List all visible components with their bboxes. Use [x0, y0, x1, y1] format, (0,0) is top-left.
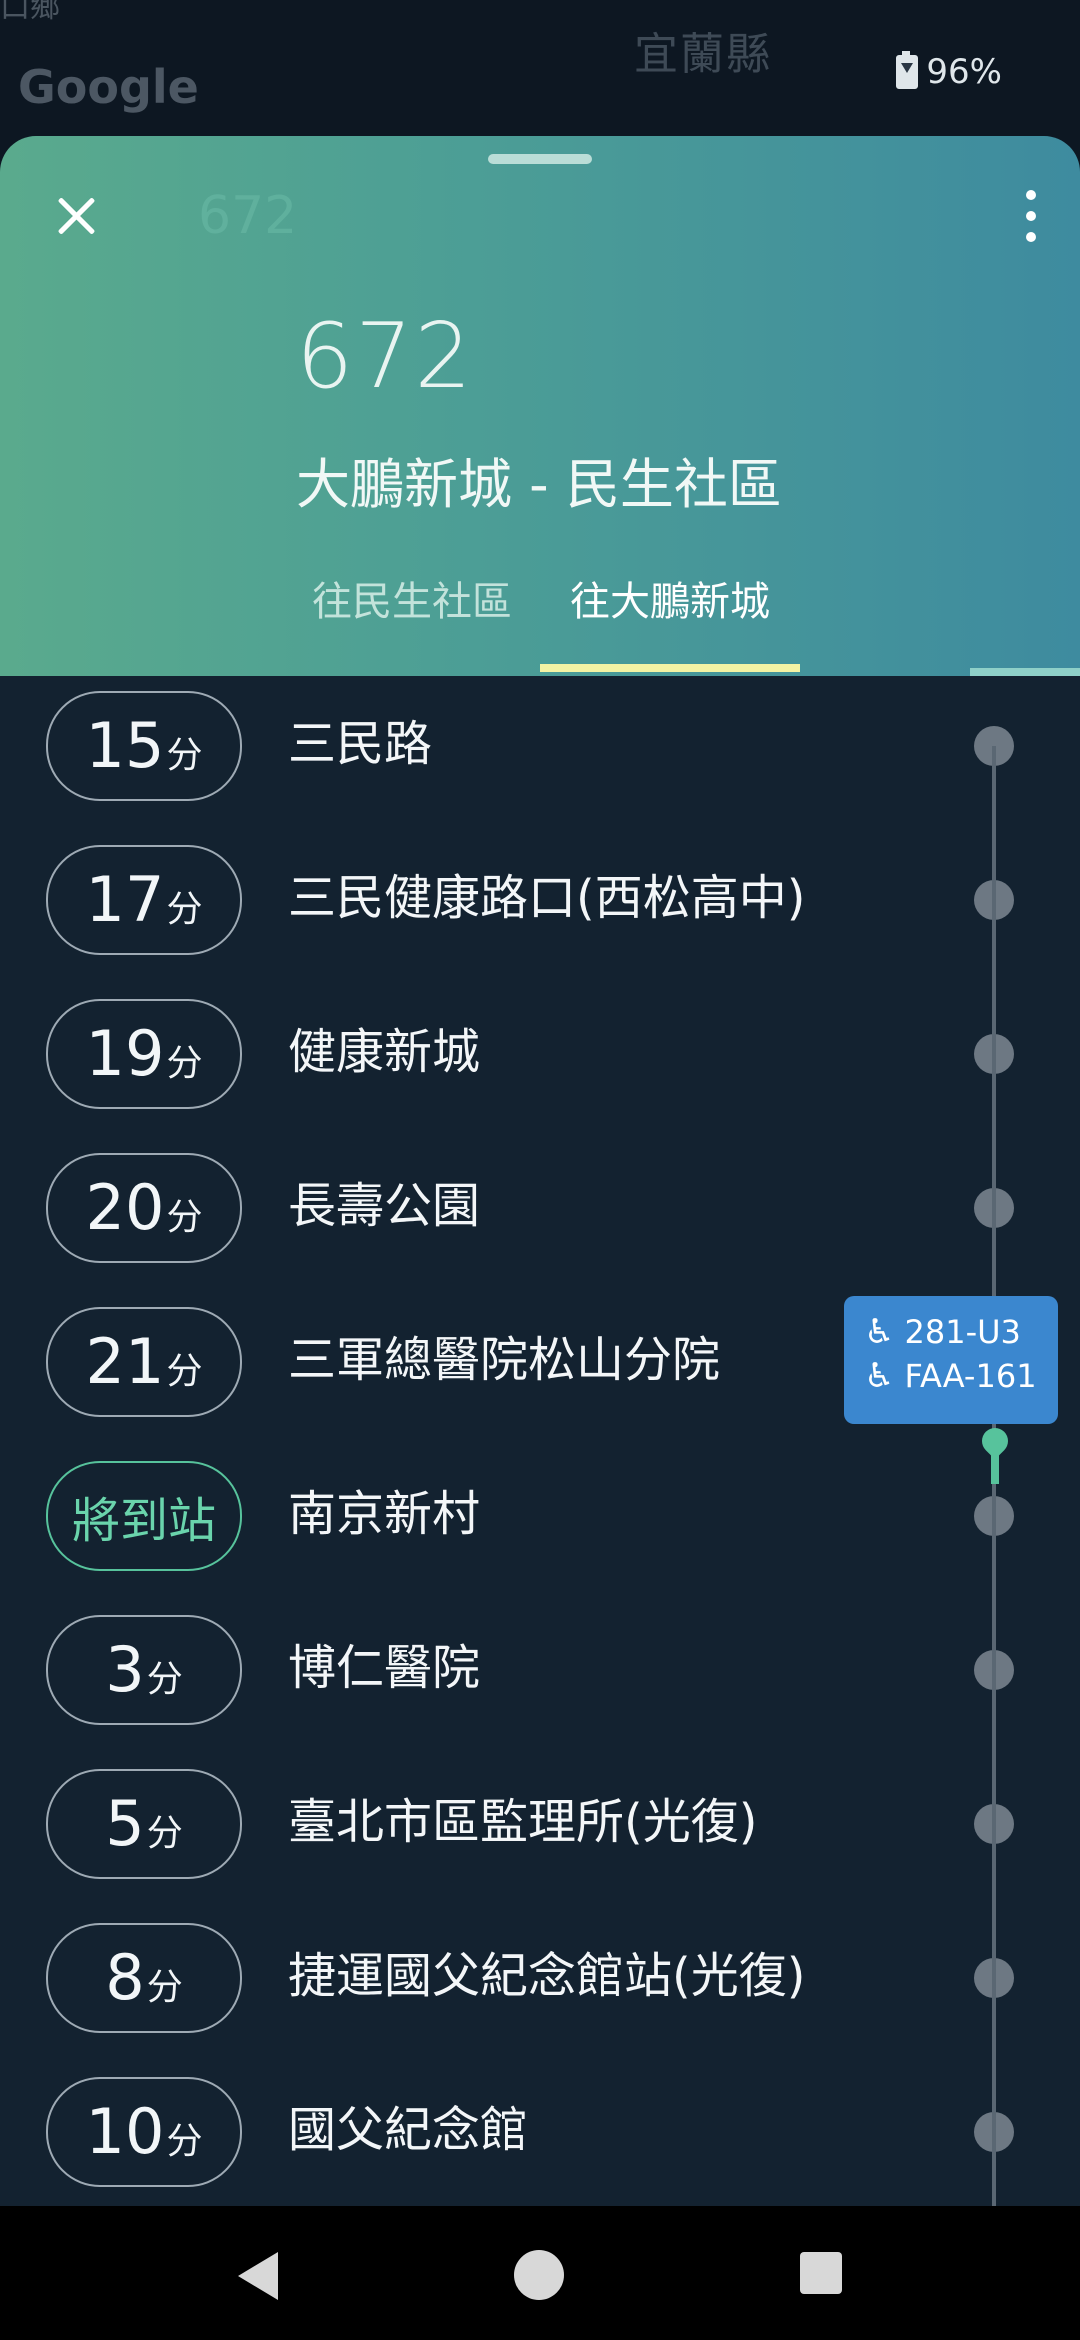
list-item[interactable]: 15 分 三民路 — [0, 676, 1080, 830]
selected-tab-indicator — [540, 664, 800, 672]
stop-list[interactable]: 15 分 三民路 17 分 三民健康路口(西松高中) 19 分 健康新城 20 分 長壽… — [0, 676, 1080, 2206]
eta-pill: 10 分 — [46, 2077, 242, 2187]
eta-pill: 8分 — [46, 1923, 242, 2033]
collapsed-route-title: 672 — [198, 186, 298, 246]
home-icon[interactable] — [514, 2250, 564, 2300]
list-item[interactable]: 將到站 南京新村 — [0, 1446, 1080, 1600]
list-item[interactable]: 3分 博仁醫院 — [0, 1600, 1080, 1754]
route-number: 672 — [296, 304, 474, 409]
stop-name: 健康新城 — [288, 1024, 481, 1080]
stop-name: 國父紀念館 — [288, 2102, 529, 2158]
eta-pill: 3分 — [46, 1615, 242, 1725]
drag-handle[interactable] — [488, 154, 592, 164]
more-options-icon[interactable] — [1016, 190, 1046, 242]
back-icon[interactable] — [238, 2252, 278, 2300]
wheelchair-icon: ♿ — [864, 1356, 895, 1396]
close-icon[interactable] — [52, 192, 100, 240]
stop-name: 三民健康路口(西松高中) — [288, 870, 806, 926]
system-navigation-bar — [0, 2206, 1080, 2340]
list-item[interactable]: 17 分 三民健康路口(西松高中) — [0, 830, 1080, 984]
eta-pill: 17 分 — [46, 845, 242, 955]
tab-to-dapeng[interactable]: 往大鵬新城 — [540, 556, 800, 640]
battery-charging-icon — [896, 51, 919, 89]
list-item[interactable]: 10 分 國父紀念館 — [0, 2062, 1080, 2216]
list-item[interactable]: 5分 臺北市區監理所(光復) — [0, 1754, 1080, 1908]
stop-name: 三軍總醫院松山分院 — [288, 1332, 721, 1388]
eta-pill: 5分 — [46, 1769, 242, 1879]
bus-plate: FAA-161 — [904, 1357, 1037, 1395]
list-item[interactable]: 20 分 長壽公園 — [0, 1138, 1080, 1292]
route-header-sheet: 672 672 大鵬新城 - 民生社區 往民生社區 往大鵬新城 — [0, 136, 1080, 676]
stop-name: 長壽公園 — [288, 1178, 481, 1234]
bus-plate: 281-U3 — [904, 1313, 1021, 1351]
eta-pill: 19 分 — [46, 999, 242, 1109]
stop-name: 博仁醫院 — [288, 1640, 481, 1696]
battery-status: 96% — [896, 51, 1002, 92]
route-name: 大鵬新城 - 民生社區 — [296, 453, 782, 516]
eta-pill: 20 分 — [46, 1153, 242, 1263]
stop-name: 捷運國父紀念館站(光復) — [288, 1948, 806, 2004]
bus-location-tag[interactable]: ♿ 281-U3 ♿ FAA-161 — [844, 1296, 1058, 1424]
stop-name: 臺北市區監理所(光復) — [288, 1794, 758, 1850]
eta-pill: 21 分 — [46, 1307, 242, 1417]
eta-pill: 15 分 — [46, 691, 242, 801]
scroll-indicator — [970, 668, 1080, 676]
list-item[interactable]: 8分 捷運國父紀念館站(光復) — [0, 1908, 1080, 2062]
arriving-pill: 將到站 — [46, 1461, 242, 1571]
stop-name: 南京新村 — [288, 1486, 481, 1542]
list-item[interactable]: 19 分 健康新城 — [0, 984, 1080, 1138]
tab-to-minsheng[interactable]: 往民生社區 — [290, 556, 534, 640]
recent-apps-icon[interactable] — [800, 2252, 842, 2294]
google-logo: Google — [18, 60, 199, 114]
map-county-label: 宜蘭縣 — [634, 29, 772, 80]
wheelchair-icon: ♿ — [864, 1312, 895, 1352]
map-place-label: 口鄉 — [0, 0, 60, 25]
battery-percent: 96% — [926, 52, 1002, 92]
direction-tabs: 往民生社區 往大鵬新城 — [0, 556, 1080, 640]
bus-position-marker — [991, 1450, 999, 1484]
stop-name: 三民路 — [288, 716, 433, 772]
